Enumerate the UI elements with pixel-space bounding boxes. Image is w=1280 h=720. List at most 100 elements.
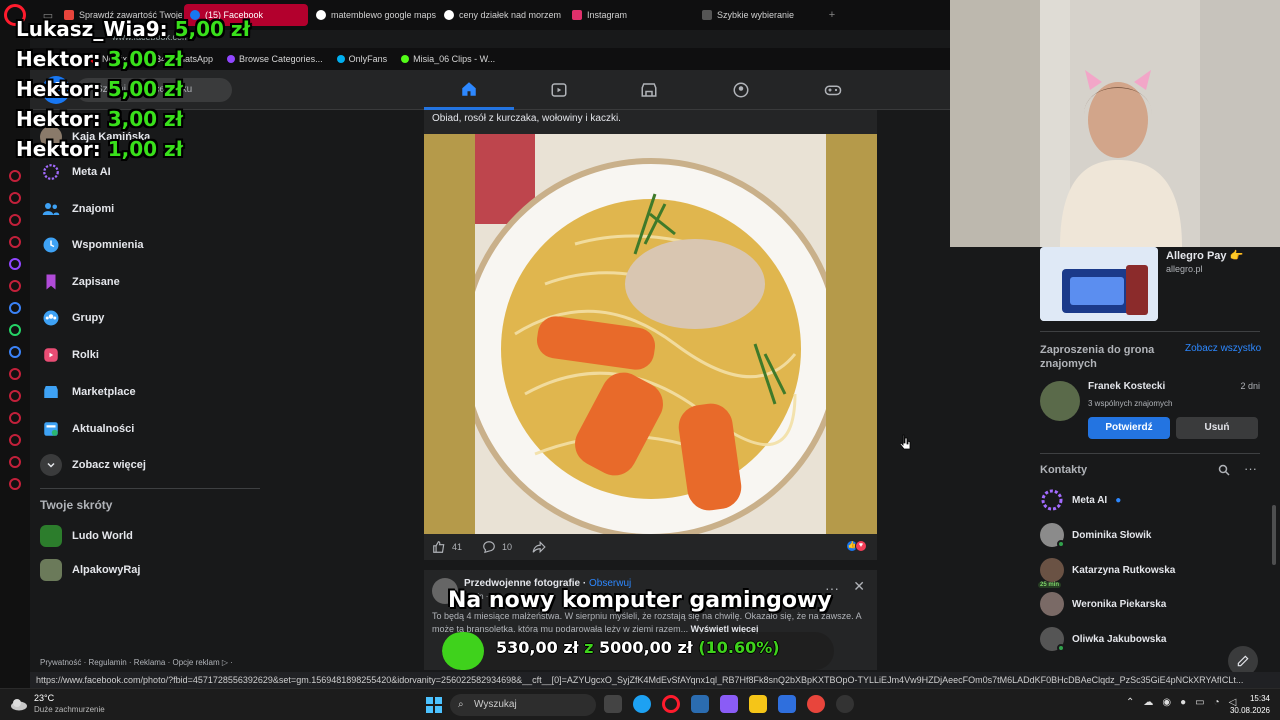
windows-start-icon[interactable]	[426, 697, 442, 713]
network-icon[interactable]: ◉	[1162, 697, 1171, 708]
contact-item[interactable]: Meta AI ●	[1040, 487, 1121, 513]
shortcut-label: Ludo World	[72, 530, 133, 542]
reaction-summary[interactable]: 👍 ♥	[846, 540, 867, 552]
nav-groups[interactable]	[696, 70, 786, 110]
clock[interactable]: 15:34 30.08.2026	[1230, 693, 1270, 717]
discord-icon[interactable]	[9, 346, 21, 358]
goal-progress-fill	[442, 632, 484, 670]
see-all-link[interactable]: Zobacz wszystko	[1185, 343, 1261, 354]
close-icon[interactable]: ✕	[853, 578, 865, 595]
tab-google-maps[interactable]: matemblewo google maps	[310, 4, 436, 26]
requester-name[interactable]: Franek Kostecki	[1088, 381, 1165, 392]
edge-icon[interactable]	[633, 695, 651, 713]
tab-instagram[interactable]: Instagram	[566, 4, 694, 26]
contact-item[interactable]: Dominika Słowik	[1040, 522, 1151, 548]
extensions-icon[interactable]	[9, 456, 21, 468]
opera-icon[interactable]	[662, 695, 680, 713]
compose-icon	[1237, 655, 1249, 667]
instagram-icon[interactable]	[9, 368, 21, 380]
donation-entry: Hektor: 3,00 zł	[16, 44, 250, 74]
sidebar-item-reels[interactable]: Rolki	[40, 340, 99, 370]
tab-ceny-dzialek[interactable]: ceny działek nad morzem	[438, 4, 564, 26]
tiktok-icon[interactable]	[9, 390, 21, 402]
avatar	[1040, 523, 1065, 548]
wifi-icon[interactable]: ◔	[1214, 697, 1220, 708]
twitch-icon[interactable]	[9, 258, 21, 270]
sidebar-item-label: Aktualności	[72, 423, 135, 435]
microphone-icon[interactable]: ●	[1180, 697, 1186, 708]
opera-sidebar-icon[interactable]	[9, 170, 21, 182]
share-icon[interactable]	[532, 540, 546, 554]
goal-title: Na nowy komputer gamingowy	[448, 588, 832, 613]
opera-sidebar-icon[interactable]	[9, 236, 21, 248]
see-more-button[interactable]: Zobacz więcej	[40, 450, 146, 480]
sidebar-item-saved[interactable]: Zapisane	[40, 267, 120, 297]
taskbar-apps	[604, 695, 854, 713]
nav-video[interactable]	[514, 70, 604, 110]
divider	[1040, 331, 1260, 332]
copilot-icon[interactable]	[720, 695, 738, 713]
contact-item[interactable]: 25 min Katarzyna Rutkowska	[1038, 557, 1175, 588]
mutual-friends[interactable]: 3 wspólnych znajomych	[1088, 399, 1172, 408]
whatsapp-icon[interactable]	[9, 324, 21, 336]
opera-sidebar-icon[interactable]	[9, 280, 21, 292]
monitor-icon[interactable]: ▭	[1195, 697, 1204, 708]
more-options-icon[interactable]: ···	[1244, 461, 1257, 476]
sidebar-divider	[40, 488, 260, 489]
nav-marketplace[interactable]	[604, 70, 694, 110]
chevron-up-icon[interactable]: ⌃	[1126, 697, 1134, 708]
scrollbar[interactable]	[1272, 505, 1276, 565]
new-tab-button[interactable]: +	[824, 9, 840, 21]
task-view-icon[interactable]	[604, 695, 622, 713]
cloud-sync-icon[interactable]: ☁	[1143, 697, 1153, 708]
obs-icon[interactable]	[836, 695, 854, 713]
shortcut-alpakowyraj[interactable]: AlpakowyRaj	[40, 555, 140, 585]
friend-requests-title: Zaproszenia do grona znajomych	[1040, 344, 1155, 370]
taskbar-search[interactable]: ⌕ Wyszukaj	[450, 694, 596, 716]
contact-item[interactable]: Weronika Piekarska	[1040, 591, 1166, 617]
opera-sidebar-icon[interactable]	[9, 214, 21, 226]
settings-icon[interactable]	[9, 478, 21, 490]
memories-icon	[40, 234, 62, 256]
file-explorer-icon[interactable]	[749, 695, 767, 713]
confirm-button[interactable]: Potwierdź	[1088, 417, 1170, 439]
comment-icon[interactable]	[482, 540, 496, 554]
allegro-pay-ad-image[interactable]	[1040, 247, 1158, 321]
post-photo[interactable]	[424, 134, 877, 534]
sidebar-item-memories[interactable]: Wspomnienia	[40, 230, 144, 260]
avatar[interactable]	[1040, 381, 1080, 421]
kick-icon	[401, 55, 410, 63]
outlook-icon[interactable]	[778, 695, 796, 713]
footer-links[interactable]: Prywatność · Regulamin · Reklama · Opcje…	[40, 658, 233, 667]
sidebar-item-label: Marketplace	[72, 386, 136, 398]
store-icon[interactable]	[691, 695, 709, 713]
remove-button[interactable]: Usuń	[1176, 417, 1258, 439]
sidebar-item-feeds[interactable]: Aktualności	[40, 414, 134, 444]
search-icon[interactable]	[1218, 464, 1230, 479]
nav-gaming[interactable]	[788, 70, 878, 110]
sidebar-item-friends[interactable]: Znajomi	[40, 194, 114, 224]
shortcut-label: AlpakowyRaj	[72, 564, 141, 576]
ad-url[interactable]: allegro.pl	[1166, 264, 1203, 274]
tab-label: ceny działek nad morzem	[459, 10, 562, 20]
bookmark-kick[interactable]: Misia_06 Clips - W...	[401, 54, 495, 64]
opera-sidebar-icon[interactable]	[9, 192, 21, 204]
instagram-icon	[572, 10, 582, 20]
like-icon[interactable]	[432, 540, 446, 554]
groups-icon	[733, 82, 749, 98]
contact-name: Meta AI	[1072, 494, 1108, 506]
weather-widget[interactable]: 23°C Duże zachmurzenie	[10, 693, 105, 715]
nav-home[interactable]	[424, 70, 514, 110]
sidebar-item-marketplace[interactable]: Marketplace	[40, 377, 136, 407]
chrome-icon[interactable]	[807, 695, 825, 713]
shortcut-ludo-world[interactable]: Ludo World	[40, 521, 133, 551]
sidebar-item-groups[interactable]: Grupy	[40, 303, 104, 333]
ad-title[interactable]: Allegro Pay 👉	[1166, 249, 1243, 262]
search-icon: ⌕	[458, 699, 464, 710]
contact-item[interactable]: Oliwka Jakubowska	[1040, 626, 1167, 652]
bookmark-onlyfans[interactable]: OnlyFans	[336, 54, 387, 64]
messenger-icon[interactable]	[9, 302, 21, 314]
history-icon[interactable]	[9, 434, 21, 446]
opera-sidebar-icon[interactable]	[9, 412, 21, 424]
tab-speed-dial[interactable]: Szybkie wybieranie	[696, 4, 822, 26]
